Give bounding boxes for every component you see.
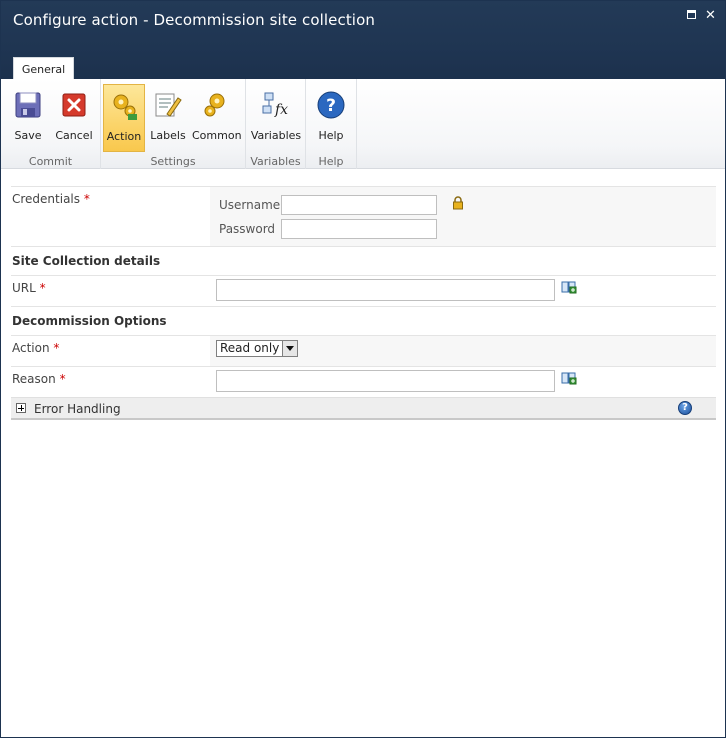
url-field [210,276,716,306]
lock-icon [452,196,464,213]
expand-plus-icon[interactable] [16,403,26,413]
ribbon-group-help: ? Help Help [306,79,357,169]
action-label: Action [106,130,142,143]
error-handling-help-icon[interactable]: ? [678,401,692,415]
svg-text:?: ? [326,96,336,116]
action-selected-value: Read only [220,341,280,355]
url-row: URL * [11,275,716,306]
reason-input[interactable] [216,370,555,392]
password-label: Password [219,222,276,236]
group-label-help: Help [318,155,344,168]
action-button[interactable]: Action [103,84,145,152]
help-label: Help [318,129,344,142]
help-icon: ? [317,91,345,119]
save-label: Save [14,129,42,142]
reason-lookup-picker-icon[interactable] [561,371,577,388]
svg-text:fx: fx [274,102,288,118]
error-handling-label[interactable]: Error Handling [34,402,121,416]
variables-label: Variables [250,129,302,142]
labels-label: Labels [150,129,186,142]
maximize-icon[interactable] [685,9,698,22]
cancel-label: Cancel [55,129,93,142]
common-button[interactable]: Common [192,84,242,152]
configure-action-dialog: Configure action - Decommission site col… [0,0,726,738]
site-collection-section-title: Site Collection details [11,246,716,275]
chevron-down-icon [282,341,297,356]
username-input[interactable] [281,195,437,215]
credentials-fields: Username Password [210,187,716,246]
labels-button[interactable]: Labels [148,84,188,152]
ribbon-group-variables: fx Variables Variables [246,79,306,169]
group-label-variables: Variables [250,155,301,168]
decommission-section-title: Decommission Options [11,306,716,335]
url-label: URL * [12,281,46,295]
username-label: Username [219,198,281,212]
action-row: Action * Read only [11,335,716,366]
group-label-commit: Commit [28,155,73,168]
url-input[interactable] [216,279,555,301]
reason-row: Reason * [11,366,716,397]
password-input[interactable] [281,219,437,239]
save-icon [15,92,41,118]
tab-general[interactable]: General [13,57,74,80]
group-label-settings: Settings [150,155,196,168]
ribbon: Save Cancel Commit Action Labels Common … [1,79,725,169]
credentials-label: Credentials * [12,192,90,206]
help-button[interactable]: ? Help [311,84,351,152]
error-handling-bar: Error Handling ? [11,397,716,420]
ribbon-group-settings: Action Labels Common Settings [101,79,246,169]
close-icon[interactable]: ✕ [704,9,717,22]
variables-button[interactable]: fx Variables [250,84,302,152]
form-content: Credentials * Username Password Site Col… [11,186,716,420]
labels-icon [155,93,182,117]
action-gear-icon [113,94,137,120]
action-select[interactable]: Read only [216,340,298,357]
title-bar: Configure action - Decommission site col… [1,1,725,80]
action-field-label: Action * [12,341,60,355]
cancel-icon [62,93,86,117]
dialog-title: Configure action - Decommission site col… [13,11,375,29]
common-label: Common [192,129,242,142]
variables-icon: fx [262,92,288,118]
common-gear-icon [204,93,225,117]
lookup-picker-icon[interactable] [561,280,577,297]
reason-label: Reason * [12,372,66,386]
ribbon-group-commit: Save Cancel Commit [1,79,101,169]
credentials-row: Credentials * Username Password [11,186,716,246]
cancel-button[interactable]: Cancel [52,84,96,152]
save-button[interactable]: Save [7,84,49,152]
reason-field [210,367,716,397]
